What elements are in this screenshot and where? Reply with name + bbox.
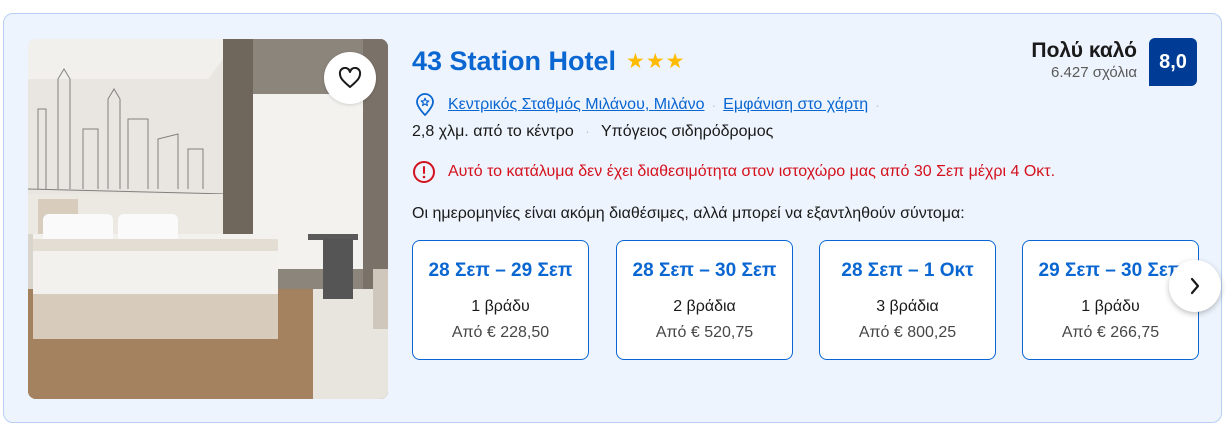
score-word: Πολύ καλό [1031,39,1137,62]
price-text: Από € 228,50 [451,324,550,341]
date-range: 28 Σεπ – 1 Οκτ [841,260,974,281]
nights-count: 3 βράδια [876,298,939,315]
hotel-photo[interactable] [28,39,388,399]
alert-circle-icon [413,161,435,183]
price-text: Από € 800,25 [858,324,957,341]
hotel-name-link[interactable]: 43 Station Hotel [412,46,616,77]
separator-dot: · [585,123,590,139]
date-option-card[interactable]: 28 Σεπ – 29 Σεπ 1 βράδυ Από € 228,50 [412,240,589,360]
score-badge: 8,0 [1149,38,1197,86]
location-row: Κεντρικός Σταθμός Μιλάνου, Μιλάνο · Εμφά… [414,93,887,117]
chevron-right-icon [1190,277,1200,295]
warning-text: Αυτό το κατάλυμα δεν έχει διαθεσιμότητα … [448,163,1056,180]
price-text: Από € 266,75 [1061,324,1160,341]
title-row: 43 Station Hotel ★★★ [412,46,686,77]
score-text: Πολύ καλό 6.427 σχόλια [1031,38,1137,82]
distance-info: 2,8 χλμ. από το κέντρο · Υπόγειος σιδηρό… [412,123,773,141]
nights-count: 1 βράδυ [471,298,530,315]
price-text: Από € 520,75 [655,324,754,341]
nights-count: 1 βράδυ [1081,298,1140,315]
date-range: 28 Σεπ – 29 Σεπ [428,260,573,281]
transit-text: Υπόγειος σιδηρόδρομος [601,123,774,140]
hotel-card: 43 Station Hotel ★★★ Πολύ καλό 6.427 σχό… [3,13,1222,423]
show-on-map-link[interactable]: Εμφάνιση στο χάρτη [723,96,868,114]
address-link[interactable]: Κεντρικός Σταθμός Μιλάνου, Μιλάνο [448,96,705,114]
review-count: 6.427 σχόλια [1051,64,1137,81]
distance-text: 2,8 χλμ. από το κέντρο [412,123,574,140]
nights-count: 2 βράδια [673,298,736,315]
star-rating: ★★★ [626,50,686,73]
heart-icon [338,67,362,88]
separator-dot: · [711,97,717,113]
date-option-card[interactable]: 28 Σεπ – 1 Οκτ 3 βράδια Από € 800,25 [819,240,996,360]
availability-text: Οι ημερομηνίες είναι ακόμη διαθέσιμες, α… [412,205,965,222]
review-score[interactable]: Πολύ καλό 6.427 σχόλια 8,0 [1031,38,1197,86]
date-range: 28 Σεπ – 30 Σεπ [632,260,777,281]
next-dates-button[interactable] [1169,260,1221,312]
date-option-card[interactable]: 28 Σεπ – 30 Σεπ 2 βράδια Από € 520,75 [616,240,793,360]
separator-dot: · [875,97,880,113]
favorite-button[interactable] [324,52,376,104]
map-pin-icon [416,93,434,116]
availability-warning: Αυτό το κατάλυμα δεν έχει διαθεσιμότητα … [412,160,1055,184]
date-options: 28 Σεπ – 29 Σεπ 1 βράδυ Από € 228,50 28 … [412,240,1202,362]
